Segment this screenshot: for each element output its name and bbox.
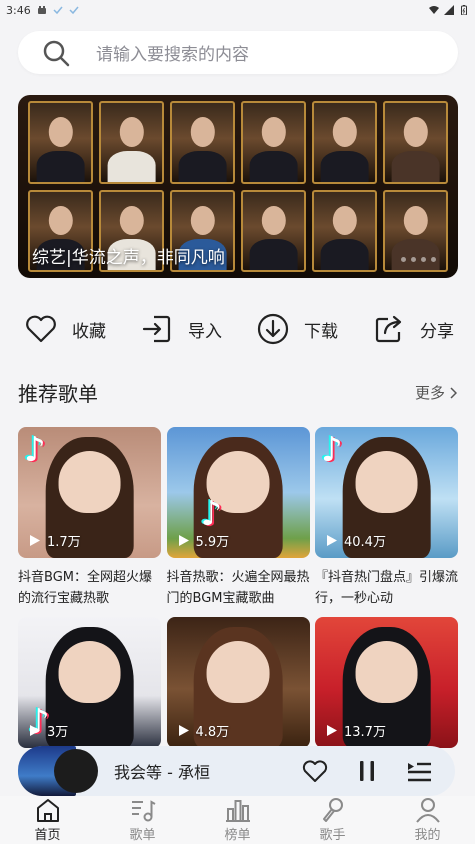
quick-actions: 收藏 导入 下载 分享 (24, 312, 454, 346)
singer-icon (322, 798, 343, 822)
signal-icon (444, 5, 454, 15)
bottom-tabbar: 首页 歌单 榜单 歌手 我的 (0, 796, 475, 844)
status-bar: 3:46 (0, 0, 475, 20)
playlist-card[interactable]: ♪ 5.9万 抖音热歌：火遍全网最热门的BGM宝藏歌曲 (166, 427, 310, 609)
chevron-right-icon (450, 386, 457, 399)
pause-icon[interactable] (353, 757, 381, 785)
share-icon (375, 315, 402, 343)
carousel-indicator (401, 257, 436, 262)
more-label: 更多 (414, 384, 445, 402)
status-time: 3:46 (6, 3, 31, 17)
chart-icon (225, 800, 250, 822)
tab-label: 榜单 (224, 828, 251, 843)
home-icon (36, 799, 59, 822)
playlist-grid: ♪ 1.7万 抖音BGM：全网超火爆的流行宝藏热歌 ♪ 5.9万 抖音热歌：火遍… (18, 427, 458, 799)
search-icon (43, 40, 70, 66)
playlist-title: 『抖音热门盘点』引爆流行，一秒心动 (315, 570, 458, 606)
playlist-cover: 13.7万 (315, 617, 458, 748)
play-count: 4.8万 (177, 721, 229, 740)
tab-label: 歌手 (319, 828, 346, 843)
playlist-icon (131, 800, 155, 822)
check-icon (69, 6, 79, 15)
playlist-cover: ♪ 1.7万 (18, 427, 161, 558)
import-icon (142, 315, 171, 343)
tiktok-logo-icon: ♪ (321, 430, 343, 470)
download-label: 下载 (304, 321, 338, 342)
queue-icon[interactable] (405, 757, 433, 785)
tiktok-logo-icon: ♪ (200, 494, 223, 534)
check-icon (53, 6, 63, 15)
battery-icon (461, 5, 467, 15)
play-count: 5.9万 (177, 531, 229, 550)
play-count: 1.7万 (28, 531, 81, 550)
more-link[interactable]: 更多 (415, 382, 457, 403)
play-count: 40.4万 (325, 531, 386, 550)
playlist-card[interactable]: ♪ 1.7万 抖音BGM：全网超火爆的流行宝藏热歌 (18, 427, 161, 609)
now-playing-title: 我会等 - 承桓 (114, 763, 210, 782)
search-input[interactable]: 请输入要搜索的内容 (96, 40, 249, 65)
heart-icon[interactable] (301, 757, 329, 785)
banner-carousel[interactable]: 综艺|华流之声，非同凡响 (18, 95, 458, 278)
play-icon (30, 725, 40, 736)
tab-home[interactable]: 首页 (0, 796, 95, 844)
wifi-icon (429, 6, 439, 14)
playlist-card[interactable]: ♪ 40.4万 『抖音热门盘点』引爆流行，一秒心动 (315, 427, 458, 609)
mini-player[interactable]: 我会等 - 承桓 (18, 746, 455, 796)
import-label: 导入 (188, 321, 222, 342)
notification-icon (37, 6, 46, 14)
play-icon (178, 535, 189, 546)
search-bar[interactable]: 请输入要搜索的内容 (18, 31, 458, 74)
favorite-button[interactable]: 收藏 (24, 312, 106, 346)
favorite-label: 收藏 (72, 321, 106, 342)
playlist-cover: ♪ 40.4万 (315, 427, 458, 558)
tab-singers[interactable]: 歌手 (285, 796, 380, 844)
playlist-title: 抖音热歌：火遍全网最热门的BGM宝藏歌曲 (166, 570, 310, 606)
playlist-cover: ♪ 5.9万 (166, 427, 310, 558)
tab-charts[interactable]: 榜单 (190, 796, 285, 844)
share-label: 分享 (420, 321, 454, 342)
tiktok-logo-icon: ♪ (24, 430, 46, 470)
tab-label: 我的 (414, 828, 441, 843)
share-button[interactable]: 分享 (372, 312, 454, 346)
playlist-cover: ♪ 3万 (18, 617, 161, 748)
tab-profile[interactable]: 我的 (380, 796, 475, 844)
playlist-title: 抖音BGM：全网超火爆的流行宝藏热歌 (18, 570, 152, 606)
tab-playlist[interactable]: 歌单 (95, 796, 190, 844)
album-art (18, 746, 98, 796)
tab-label: 首页 (34, 828, 61, 843)
play-count: 3万 (28, 721, 68, 740)
playlist-cover: 4.8万 (166, 617, 310, 748)
play-icon (327, 535, 337, 546)
download-icon (257, 313, 289, 345)
tab-label: 歌单 (129, 828, 156, 843)
play-icon (178, 725, 189, 736)
import-button[interactable]: 导入 (140, 312, 222, 346)
download-button[interactable]: 下载 (256, 312, 338, 346)
play-icon (327, 725, 337, 736)
play-icon (30, 535, 40, 546)
play-count: 13.7万 (325, 721, 386, 740)
section-title: 推荐歌单 (18, 382, 98, 406)
profile-icon (415, 798, 440, 823)
heart-icon (26, 315, 56, 343)
banner-caption: 综艺|华流之声，非同凡响 (32, 248, 225, 268)
